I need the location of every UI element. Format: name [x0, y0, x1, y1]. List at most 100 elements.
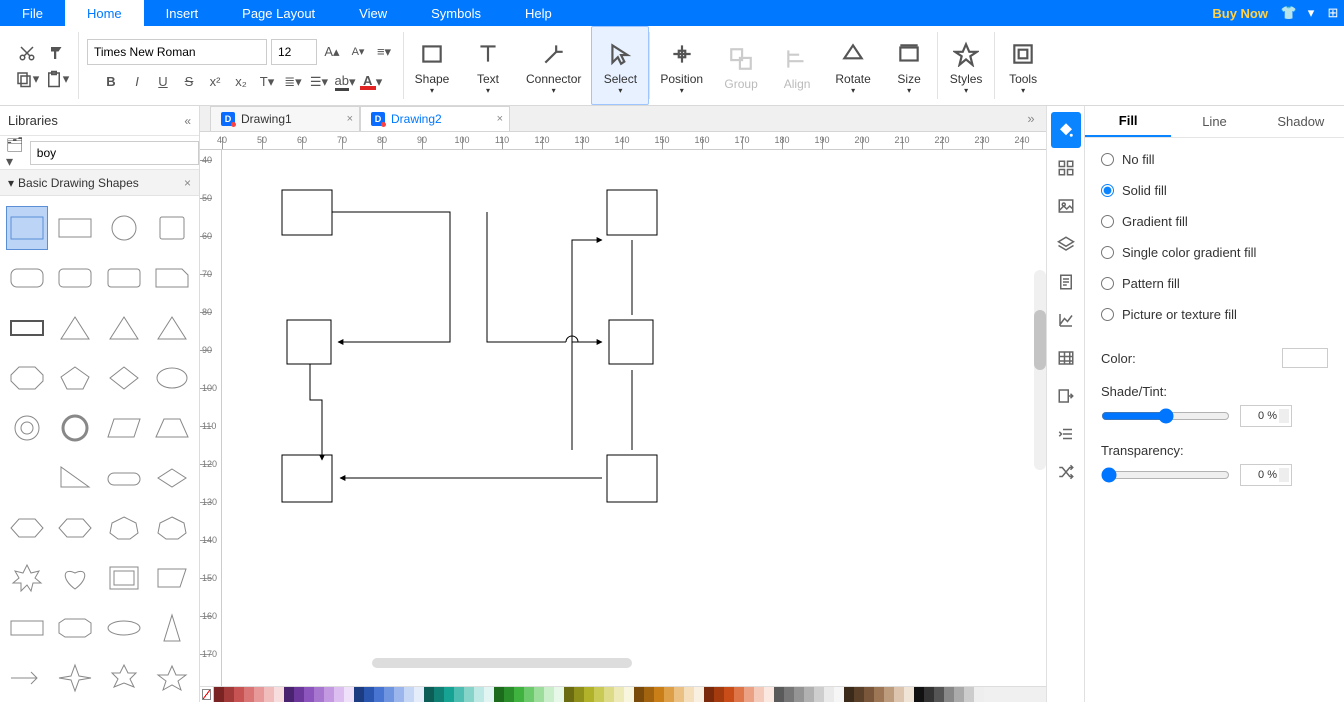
category-caret-icon[interactable]: ▾	[8, 176, 14, 190]
palette-swatch[interactable]	[444, 687, 454, 702]
shade-spin[interactable]: 0 %	[1240, 405, 1292, 427]
shape-snip-corner[interactable]	[151, 256, 193, 300]
apps-grid-icon[interactable]: ⊞	[1322, 0, 1344, 26]
shape-right-tri[interactable]	[54, 456, 96, 500]
shape-trapezoid[interactable]	[151, 406, 193, 450]
palette-swatch[interactable]	[974, 687, 984, 702]
superscript-icon[interactable]: x²	[204, 71, 226, 93]
palette-swatch[interactable]	[584, 687, 594, 702]
fill-none-radio[interactable]: No fill	[1101, 152, 1328, 167]
shape-triangle2[interactable]	[103, 306, 145, 350]
palette-swatch[interactable]	[294, 687, 304, 702]
shape-tool[interactable]: Shape▾	[404, 26, 460, 105]
palette-swatch[interactable]	[784, 687, 794, 702]
shape-parallel[interactable]	[103, 406, 145, 450]
tools-tool[interactable]: Tools▾	[995, 26, 1051, 105]
fill-solid-radio[interactable]: Solid fill	[1101, 183, 1328, 198]
shape-roundrect[interactable]	[6, 256, 48, 300]
shape-blank[interactable]	[6, 456, 48, 500]
edge-1-3[interactable]	[332, 212, 450, 342]
palette-swatch[interactable]	[814, 687, 824, 702]
palette-swatch[interactable]	[314, 687, 324, 702]
dropdown-icon[interactable]: ▾	[1300, 0, 1322, 26]
palette-swatch[interactable]	[934, 687, 944, 702]
palette-swatch[interactable]	[614, 687, 624, 702]
menu-page-layout[interactable]: Page Layout	[220, 0, 337, 26]
tab-close-icon[interactable]: ×	[347, 113, 353, 125]
palette-swatch[interactable]	[894, 687, 904, 702]
canvas-page[interactable]	[222, 150, 1046, 686]
palette-swatch[interactable]	[694, 687, 704, 702]
shape-roundrect3[interactable]	[103, 256, 145, 300]
italic-icon[interactable]: I	[126, 71, 148, 93]
palette-swatch[interactable]	[224, 687, 234, 702]
tab-close-icon[interactable]: ×	[497, 113, 503, 125]
palette-swatch[interactable]	[574, 687, 584, 702]
shape-triangle[interactable]	[54, 306, 96, 350]
shape-heptagon2[interactable]	[151, 506, 193, 550]
palette-swatch[interactable]	[764, 687, 774, 702]
shrink-font-icon[interactable]: A▾	[347, 41, 369, 63]
palette-swatch[interactable]	[534, 687, 544, 702]
ts-export-icon[interactable]	[1051, 378, 1081, 414]
underline-icon[interactable]: U	[152, 71, 174, 93]
strikethrough-icon[interactable]: S	[178, 71, 200, 93]
palette-swatch[interactable]	[724, 687, 734, 702]
palette-swatch[interactable]	[914, 687, 924, 702]
palette-swatch[interactable]	[424, 687, 434, 702]
palette-swatch[interactable]	[844, 687, 854, 702]
palette-swatch[interactable]	[324, 687, 334, 702]
palette-swatch[interactable]	[944, 687, 954, 702]
font-color-icon[interactable]: A▾	[360, 71, 382, 93]
shape-octagon[interactable]	[6, 356, 48, 400]
styles-tool[interactable]: Styles▾	[938, 26, 994, 105]
palette-swatch[interactable]	[454, 687, 464, 702]
node-n4[interactable]	[609, 320, 653, 364]
shape-hex[interactable]	[6, 506, 48, 550]
palette-swatch[interactable]	[434, 687, 444, 702]
shape-narrow-tri[interactable]	[151, 606, 193, 650]
menu-help[interactable]: Help	[503, 0, 574, 26]
palette-swatch[interactable]	[244, 687, 254, 702]
rp-tab-fill[interactable]: Fill	[1085, 106, 1171, 137]
shape-burst[interactable]	[6, 556, 48, 600]
shape-rect-filled[interactable]	[6, 206, 48, 250]
palette-swatch[interactable]	[524, 687, 534, 702]
shape-diamond[interactable]	[103, 356, 145, 400]
shape-circle[interactable]	[103, 206, 145, 250]
palette-swatch[interactable]	[644, 687, 654, 702]
font-size-combo[interactable]	[271, 39, 317, 65]
paste-icon[interactable]: ▾	[44, 66, 70, 92]
palette-swatch[interactable]	[964, 687, 974, 702]
shape-hex-tag[interactable]	[54, 606, 96, 650]
shape-wedge[interactable]	[151, 556, 193, 600]
copy-icon[interactable]: ▾	[14, 66, 40, 92]
palette-swatch[interactable]	[624, 687, 634, 702]
ts-fill-icon[interactable]	[1051, 112, 1081, 148]
palette-swatch[interactable]	[464, 687, 474, 702]
palette-swatch[interactable]	[274, 687, 284, 702]
ts-grid-icon[interactable]	[1051, 150, 1081, 186]
category-close-icon[interactable]: ×	[184, 176, 191, 190]
node-n3[interactable]	[287, 320, 331, 364]
ts-image-icon[interactable]	[1051, 188, 1081, 224]
select-tool[interactable]: Select▾	[591, 26, 649, 105]
nofill-swatch[interactable]	[200, 687, 214, 702]
shape-triangle3[interactable]	[151, 306, 193, 350]
shape-frame[interactable]	[103, 556, 145, 600]
palette-swatch[interactable]	[494, 687, 504, 702]
palette-swatch[interactable]	[254, 687, 264, 702]
palette-swatch[interactable]	[484, 687, 494, 702]
shape-tag[interactable]	[6, 606, 48, 650]
shape-5star[interactable]	[151, 656, 193, 700]
text-tool[interactable]: Text▾	[460, 26, 516, 105]
cut-icon[interactable]	[14, 40, 40, 66]
shape-rect-thick[interactable]	[6, 306, 48, 350]
palette-swatch[interactable]	[684, 687, 694, 702]
palette-swatch[interactable]	[774, 687, 784, 702]
palette-swatch[interactable]	[334, 687, 344, 702]
ts-shuffle-icon[interactable]	[1051, 454, 1081, 490]
vertical-scrollbar[interactable]	[1034, 270, 1046, 470]
diagram-svg[interactable]	[222, 150, 1046, 686]
palette-swatch[interactable]	[344, 687, 354, 702]
